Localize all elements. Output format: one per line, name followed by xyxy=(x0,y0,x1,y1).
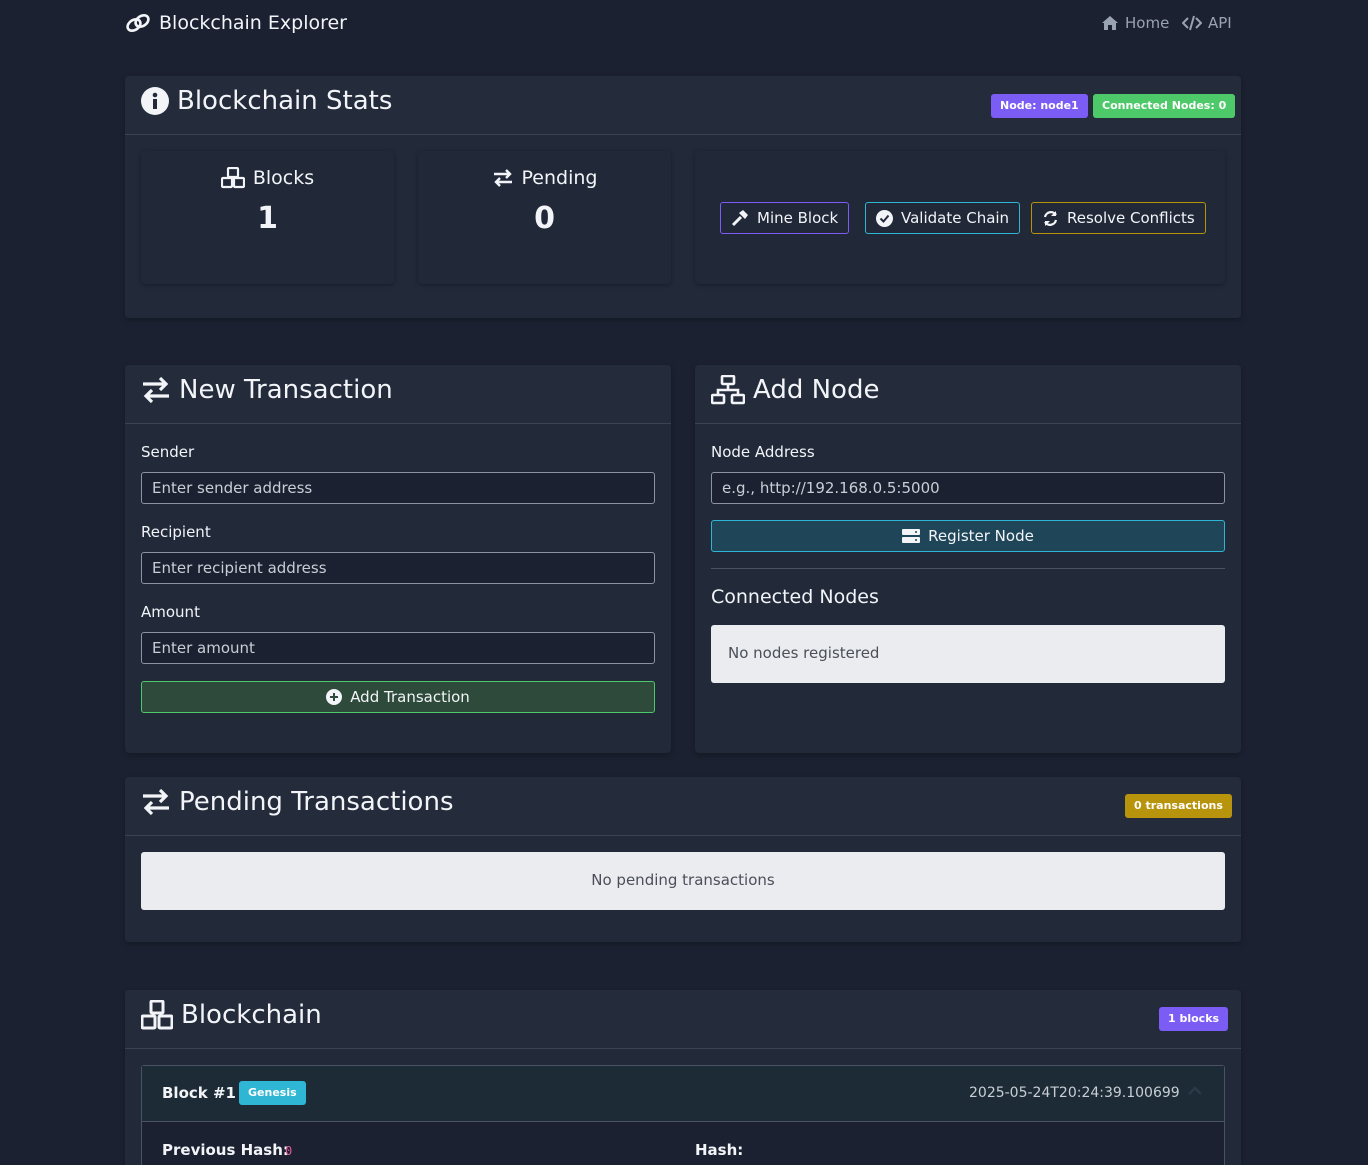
previous-hash-value: 0 xyxy=(285,1144,293,1158)
register-node-button[interactable]: Register Node xyxy=(711,520,1225,552)
blocks-count: 1 xyxy=(257,201,278,236)
server-icon xyxy=(902,528,921,544)
connected-nodes-empty: No nodes registered xyxy=(711,625,1225,683)
add-node-card: Add Node Node Address e.g., http://192.1… xyxy=(695,365,1241,753)
new-transaction-card: New Transaction Sender Enter sender addr… xyxy=(125,365,671,753)
hash-label: Hash: xyxy=(695,1141,744,1159)
node-badge: Node: node1 xyxy=(991,94,1088,118)
navbar-brand[interactable]: Blockchain Explorer xyxy=(125,12,347,34)
register-node-label: Register Node xyxy=(928,527,1034,545)
cubes-icon xyxy=(141,1000,173,1030)
genesis-badge: Genesis xyxy=(239,1081,306,1105)
validate-chain-button[interactable]: Validate Chain xyxy=(865,202,1021,234)
connected-nodes-badge: Connected Nodes: 0 xyxy=(1093,94,1236,118)
mine-block-label: Mine Block xyxy=(757,209,839,227)
validate-chain-label: Validate Chain xyxy=(901,209,1010,227)
pending-transactions-card: Pending Transactions 0 transactions No p… xyxy=(125,777,1241,942)
stats-card-header: Blockchain Stats Node: node1 Connected N… xyxy=(125,76,1241,135)
cubes-icon xyxy=(220,167,245,189)
pending-transactions-empty: No pending transactions xyxy=(141,852,1225,910)
blockchain-card: Blockchain 1 blocks Block #1 Genesis 202… xyxy=(125,990,1241,1165)
new-transaction-title: New Transaction xyxy=(179,375,393,405)
recipient-label: Recipient xyxy=(141,523,211,541)
brand-title: Blockchain Explorer xyxy=(159,12,347,34)
check-circle-icon xyxy=(876,209,893,227)
actions-box: Mine Block Validate Chain Resolve Confli… xyxy=(695,151,1225,284)
exchange-icon xyxy=(141,788,171,816)
pending-transactions-header: Pending Transactions 0 transactions xyxy=(125,777,1241,836)
exchange-icon xyxy=(141,376,171,404)
sync-icon xyxy=(1042,210,1059,227)
link-icon xyxy=(125,12,151,34)
block-card: Block #1 Genesis 2025-05-24T20:24:39.100… xyxy=(141,1065,1225,1165)
network-icon xyxy=(711,375,745,405)
blocks-stat: Blocks 1 xyxy=(141,151,394,284)
hammer-icon xyxy=(731,209,749,227)
pending-count: 0 xyxy=(534,201,555,236)
node-address-label: Node Address xyxy=(711,443,815,461)
amount-label: Amount xyxy=(141,603,200,621)
nav-api-label: API xyxy=(1208,14,1232,32)
nav-api-link[interactable]: API xyxy=(1182,14,1232,32)
stats-title: Blockchain Stats xyxy=(177,86,393,116)
block-timestamp: 2025-05-24T20:24:39.100699 xyxy=(969,1085,1180,1101)
block-header[interactable]: Block #1 Genesis 2025-05-24T20:24:39.100… xyxy=(142,1066,1224,1122)
add-transaction-label: Add Transaction xyxy=(350,688,470,706)
stats-card: Blockchain Stats Node: node1 Connected N… xyxy=(125,76,1241,318)
add-node-title: Add Node xyxy=(753,375,880,405)
pending-stat: Pending 0 xyxy=(418,151,671,284)
divider xyxy=(711,568,1225,569)
pending-transactions-title: Pending Transactions xyxy=(179,787,454,817)
amount-input[interactable]: Enter amount xyxy=(141,632,655,664)
info-icon xyxy=(141,87,169,115)
nav-home-label: Home xyxy=(1125,14,1170,32)
mine-block-button[interactable]: Mine Block xyxy=(720,202,850,234)
blocks-count-badge: 1 blocks xyxy=(1159,1007,1229,1031)
plus-circle-icon xyxy=(326,689,343,705)
resolve-conflicts-button[interactable]: Resolve Conflicts xyxy=(1031,202,1206,234)
exchange-icon xyxy=(492,168,514,188)
nav-home-link[interactable]: Home xyxy=(1101,14,1169,32)
chevron-up-icon[interactable] xyxy=(1187,1084,1203,1096)
blockchain-title: Blockchain xyxy=(181,1000,322,1030)
node-address-input[interactable]: e.g., http://192.168.0.5:5000 xyxy=(711,472,1225,504)
code-icon xyxy=(1182,15,1202,31)
transactions-count-badge: 0 transactions xyxy=(1125,794,1232,818)
previous-hash-label: Previous Hash: xyxy=(162,1141,289,1159)
add-node-header: Add Node xyxy=(695,365,1241,424)
resolve-conflicts-label: Resolve Conflicts xyxy=(1067,209,1195,227)
sender-input[interactable]: Enter sender address xyxy=(141,472,655,504)
add-transaction-button[interactable]: Add Transaction xyxy=(141,681,655,713)
pending-label: Pending xyxy=(521,167,598,189)
blockchain-header: Blockchain 1 blocks xyxy=(125,990,1241,1049)
home-icon xyxy=(1101,15,1119,31)
sender-label: Sender xyxy=(141,443,195,461)
blocks-label: Blocks xyxy=(252,167,315,189)
new-transaction-header: New Transaction xyxy=(125,365,671,424)
connected-nodes-title: Connected Nodes xyxy=(711,586,879,608)
block-title: Block #1 xyxy=(162,1084,236,1102)
recipient-input[interactable]: Enter recipient address xyxy=(141,552,655,584)
